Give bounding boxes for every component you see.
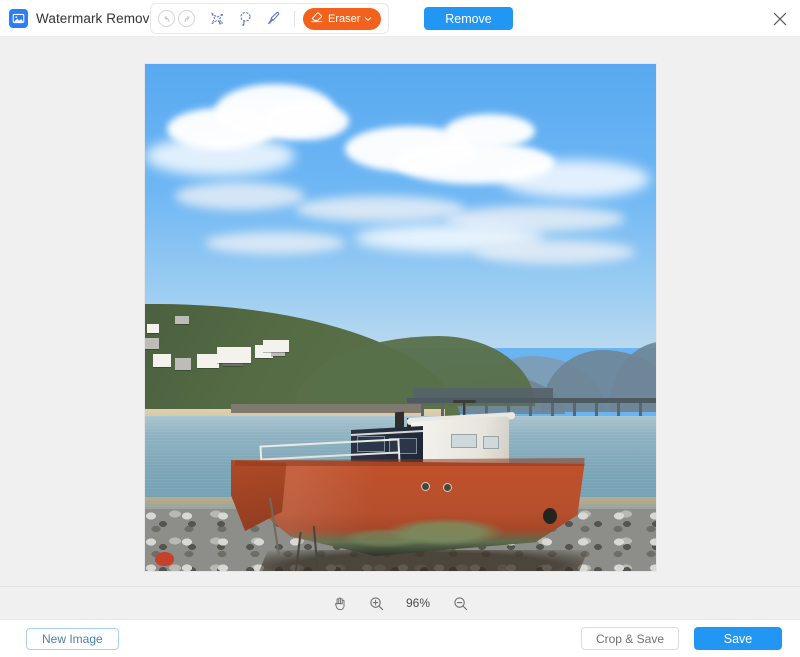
eraser-tool-button[interactable]: Eraser [303,7,382,30]
eraser-icon [310,9,324,28]
hand-pan-icon[interactable] [331,594,349,612]
cloud [204,232,345,254]
redo-arrow-icon[interactable] [178,10,195,27]
cloud [174,182,305,210]
undo-arrow-icon[interactable] [158,10,175,27]
cloud [444,114,535,148]
crop-and-save-button[interactable]: Crop & Save [580,627,679,650]
page-title: Watermark Remover [36,10,162,26]
zoom-level-label: 96% [405,596,431,610]
toolbar-divider [294,11,295,26]
cloud [144,136,295,176]
bridge-pier [638,403,642,417]
house [262,340,289,352]
zoom-out-icon[interactable] [451,594,469,612]
cloud [262,102,349,140]
zoom-in-icon[interactable] [367,594,385,612]
house [174,358,191,370]
chevron-down-icon [364,10,372,28]
cloud [499,160,650,198]
remove-button[interactable]: Remove [424,7,513,30]
cloud [474,240,635,264]
eraser-label: Eraser [328,12,361,25]
editing-photo[interactable] [144,64,656,571]
porthole [442,483,452,492]
fender-tyre [542,508,557,524]
image-photo-icon [9,8,28,28]
porthole [420,482,430,491]
canvas-area[interactable] [0,37,800,587]
titlebar: Watermark Remover Eraser Remove [0,0,800,37]
cloud [294,196,465,222]
house [174,316,189,324]
bridge-pier [594,403,598,417]
brush-icon[interactable] [260,6,286,31]
wheelhouse-window [450,434,477,448]
bridge-pier [616,403,620,417]
footer-actions: Crop & Save Save [580,627,782,650]
house [144,338,159,349]
house [216,347,251,363]
wheelhouse-window [482,436,499,449]
edit-toolbar: Eraser [150,3,390,34]
history-buttons [158,10,195,27]
app-brand: Watermark Remover [0,8,162,28]
house [152,354,171,367]
boat-shadow [253,550,588,571]
watermark-remover-window: Watermark Remover Eraser Remove 96% New … [0,0,800,657]
house [196,354,219,368]
footer-bar: New Image Crop & Save Save [0,620,800,657]
hull-weathering [234,459,585,556]
close-icon[interactable] [767,6,793,32]
lasso-icon[interactable] [232,6,258,31]
zoom-toolbar: 96% [0,587,800,620]
beached-fishing-boat [225,400,595,571]
polygon-lasso-icon[interactable] [204,6,230,31]
save-button[interactable]: Save [694,627,782,650]
new-image-button[interactable]: New Image [26,627,119,650]
red-buoy [154,552,174,566]
house [146,324,159,333]
